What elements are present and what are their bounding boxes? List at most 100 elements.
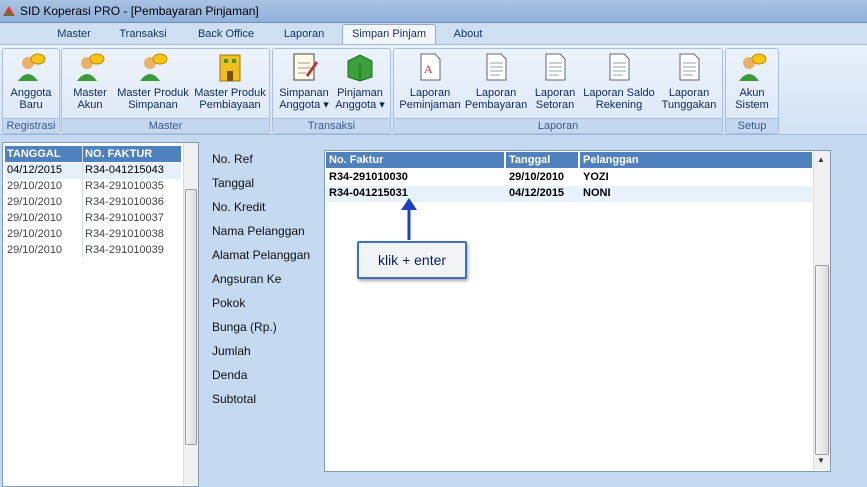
group-label-master: Master <box>62 118 269 133</box>
cell-tanggal: 29/10/2010 <box>509 171 565 183</box>
tab-laporan[interactable]: Laporan <box>274 25 334 43</box>
cell-pelanggan: YOZI <box>583 171 609 183</box>
cash-box-icon <box>347 54 373 82</box>
cell-no-faktur: R34-291010030 <box>329 171 408 183</box>
ribbon-group-master: Master Akun Master Produk Simpanan Maste… <box>61 48 270 134</box>
grid-header-pelanggan-label: Pelanggan <box>583 154 639 166</box>
tab-master[interactable]: Master <box>46 25 102 43</box>
transaction-list: TANGGAL NO. FAKTUR 04/12/2015 R34-041215… <box>2 142 199 487</box>
grid-scrollbar[interactable]: ▲ ▼ <box>813 151 830 470</box>
master-produk-pembiayaan-button[interactable]: Master Produk Pembiayaan <box>192 51 268 117</box>
document-icon <box>545 53 566 81</box>
list-scrollbar-thumb[interactable] <box>185 189 197 445</box>
label-no-ref: No. Ref <box>212 152 253 166</box>
group-label-registrasi: Registrasi <box>3 118 59 133</box>
app-logo-icon <box>3 6 15 16</box>
document-icon <box>609 53 630 81</box>
user-add-icon <box>18 53 46 81</box>
label-tanggal: Tanggal <box>212 176 255 190</box>
laporan-saldo-rekening-button[interactable]: Laporan Saldo Rekening <box>582 51 656 117</box>
list-item-invoice: R34-291010038 <box>85 228 164 240</box>
master-akun-label: Master Akun <box>73 87 107 111</box>
title-bar: SID Koperasi PRO - [Pembayaran Pinjaman] <box>0 0 867 23</box>
master-akun-button[interactable]: Master Akun <box>66 51 114 117</box>
cell-tanggal: 04/12/2015 <box>509 187 565 199</box>
list-item-date: 29/10/2010 <box>7 180 63 192</box>
label-subtotal: Subtotal <box>212 392 257 406</box>
list-item[interactable]: 29/10/2010 R34-291010039 <box>5 243 181 259</box>
list-item-invoice: R34-291010037 <box>85 212 164 224</box>
label-angsuran-ke: Angsuran Ke <box>212 272 282 286</box>
label-jumlah: Jumlah <box>212 344 251 358</box>
grid-scrollbar-thumb[interactable] <box>815 265 829 455</box>
tab-about[interactable]: About <box>444 25 492 43</box>
label-pokok: Pokok <box>212 296 246 310</box>
tab-transaksi[interactable]: Transaksi <box>110 25 176 43</box>
column-divider <box>82 146 83 258</box>
ribbon: Anggota Baru Registrasi Master Akun Mast… <box>0 44 867 135</box>
column-header-no-faktur[interactable]: NO. FAKTUR <box>85 148 152 160</box>
list-item-date: 29/10/2010 <box>7 196 63 208</box>
list-item[interactable]: 29/10/2010 R34-291010038 <box>5 227 181 243</box>
user-icon <box>77 53 105 81</box>
grid-header-no-faktur-label: No. Faktur <box>329 154 384 166</box>
pdf-document-icon: A <box>420 53 441 81</box>
grid-header-tanggal-label: Tanggal <box>509 154 551 166</box>
cell-pelanggan: NONI <box>583 187 611 199</box>
label-denda: Denda <box>212 368 248 382</box>
list-item[interactable]: 29/10/2010 R34-291010035 <box>5 179 181 195</box>
list-item-date: 29/10/2010 <box>7 228 63 240</box>
annotation-callout: klik + enter <box>357 241 467 279</box>
laporan-peminjaman-label: Laporan Peminjaman <box>399 87 461 111</box>
scroll-down-icon[interactable]: ▼ <box>817 456 825 465</box>
master-produk-simpanan-button[interactable]: Master Produk Simpanan <box>116 51 190 117</box>
ribbon-group-setup: Akun Sistem Setup <box>725 48 779 134</box>
list-item-date: 29/10/2010 <box>7 212 63 224</box>
transaction-list-header: TANGGAL NO. FAKTUR <box>5 146 181 162</box>
laporan-saldo-rekening-label: Laporan Saldo Rekening <box>583 87 655 111</box>
group-label-laporan: Laporan <box>394 118 722 133</box>
annotation-arrow-icon <box>401 198 417 240</box>
tab-simpan-pinjam[interactable]: Simpan Pinjam <box>342 24 436 45</box>
anggota-baru-label: Anggota Baru <box>10 87 52 111</box>
laporan-setoran-label: Laporan Setoran <box>534 87 576 111</box>
pinjaman-anggota-label: Pinjaman Anggota ▾ <box>335 87 385 111</box>
tab-back-office[interactable]: Back Office <box>186 25 266 43</box>
label-no-kredit: No. Kredit <box>212 200 266 214</box>
window-title: SID Koperasi PRO - [Pembayaran Pinjaman] <box>20 4 259 18</box>
list-item[interactable]: 04/12/2015 R34-041215043 <box>5 163 181 179</box>
svg-text:A: A <box>424 62 433 76</box>
column-header-tanggal[interactable]: TANGGAL <box>7 148 61 160</box>
list-item-date: 04/12/2015 <box>7 164 63 176</box>
menu-tabs: Master Transaksi Back Office Laporan Sim… <box>0 23 867 45</box>
simpanan-anggota-label: Simpanan Anggota ▾ <box>279 87 329 111</box>
user-icon <box>140 53 168 81</box>
pinjaman-anggota-button[interactable]: Pinjaman Anggota ▾ <box>333 51 387 117</box>
simpanan-anggota-button[interactable]: Simpanan Anggota ▾ <box>277 51 331 117</box>
label-bunga: Bunga (Rp.) <box>212 320 277 334</box>
notepad-icon <box>293 53 318 81</box>
user-icon <box>739 53 767 81</box>
grid-header-pelanggan[interactable]: Pelanggan <box>580 152 812 168</box>
scroll-up-icon[interactable]: ▲ <box>817 155 825 164</box>
label-alamat-pelanggan: Alamat Pelanggan <box>212 248 311 262</box>
group-label-transaksi: Transaksi <box>273 118 390 133</box>
list-item[interactable]: 29/10/2010 R34-291010036 <box>5 195 181 211</box>
list-scrollbar[interactable] <box>183 143 198 485</box>
document-icon <box>486 53 507 81</box>
grid-header-no-faktur[interactable]: No. Faktur <box>326 152 504 168</box>
laporan-peminjaman-button[interactable]: A Laporan Peminjaman <box>398 51 462 117</box>
akun-sistem-button[interactable]: Akun Sistem <box>728 51 776 117</box>
list-item[interactable]: 29/10/2010 R34-291010037 <box>5 211 181 227</box>
table-row[interactable]: R34-291010030 29/10/2010 YOZI <box>326 170 812 186</box>
laporan-tunggakan-button[interactable]: Laporan Tunggakan <box>658 51 720 117</box>
laporan-pembayaran-button[interactable]: Laporan Pembayaran <box>464 51 528 117</box>
document-icon <box>679 53 700 81</box>
grid-header-tanggal[interactable]: Tanggal <box>506 152 578 168</box>
laporan-setoran-button[interactable]: Laporan Setoran <box>530 51 580 117</box>
label-nama-pelanggan: Nama Pelanggan <box>212 224 305 238</box>
list-item-date: 29/10/2010 <box>7 244 63 256</box>
group-label-setup: Setup <box>726 118 778 133</box>
master-produk-pembiayaan-label: Master Produk Pembiayaan <box>194 87 266 111</box>
anggota-baru-button[interactable]: Anggota Baru <box>5 51 57 117</box>
